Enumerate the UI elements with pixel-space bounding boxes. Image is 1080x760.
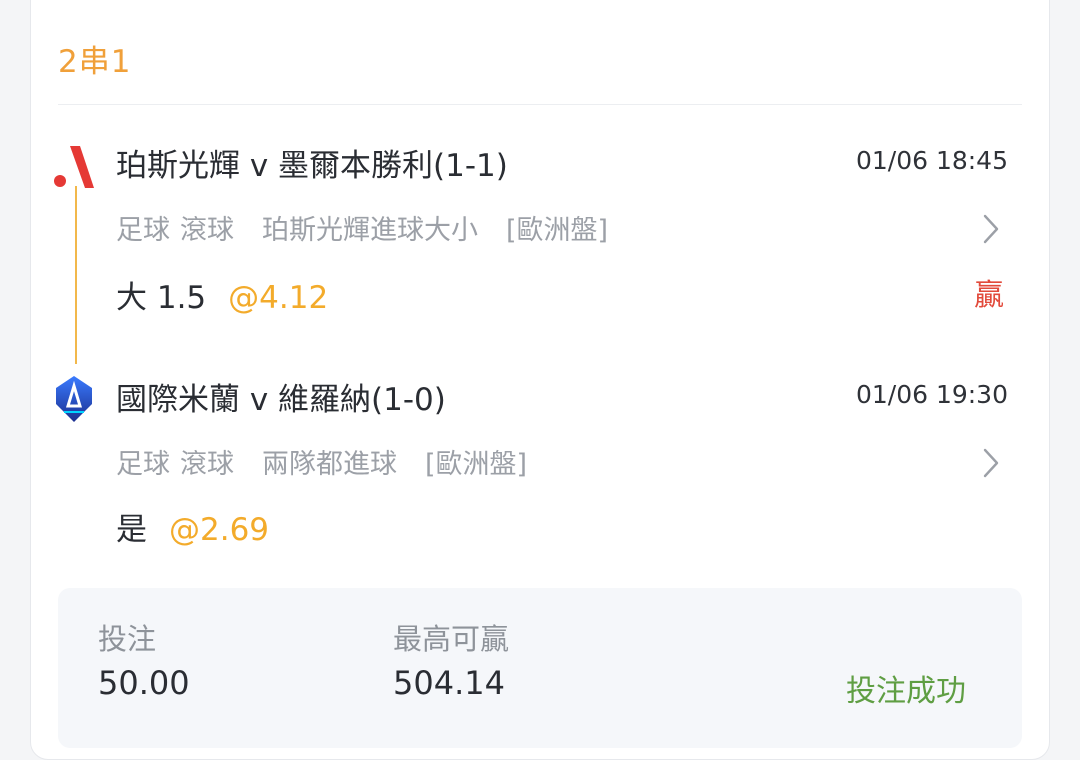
perth-glory-logo-icon: [54, 146, 94, 188]
stake-label: 投注: [98, 622, 157, 656]
leg-1-sport: 足球: [116, 215, 170, 246]
leg-2-selection: 是 @2.69: [116, 504, 269, 549]
leg-1-market-info[interactable]: 足球 滾球 珀斯光輝進球大小 [歐洲盤]: [116, 208, 618, 247]
leg-1-chevron-right-icon[interactable]: [978, 212, 1004, 246]
leg-1-mode: 滾球: [180, 215, 234, 246]
leg-2-market: 兩隊都進球: [262, 449, 397, 480]
serie-a-logo-icon: [56, 376, 92, 422]
leg-2-odds-type: [歐洲盤]: [425, 449, 528, 480]
leg-1-result-badge: 贏: [974, 278, 1004, 313]
leg-1-selection: 大 1.5 @4.12: [116, 272, 328, 317]
max-win-label: 最高可贏: [393, 622, 510, 656]
leg-2-market-info[interactable]: 足球 滾球 兩隊都進球 [歐洲盤]: [116, 442, 537, 481]
timeline-connector: [75, 186, 77, 364]
leg-2-match-title: 國際米蘭 v 維羅納(1-0): [116, 382, 446, 418]
leg-1-match-title: 珀斯光輝 v 墨爾本勝利(1-1): [116, 148, 508, 184]
leg-2-odds: @2.69: [169, 512, 270, 548]
leg-2-chevron-right-icon[interactable]: [978, 446, 1004, 480]
leg-2-mode: 滾球: [180, 449, 234, 480]
max-win-value: 504.14: [393, 664, 505, 702]
leg-1-market: 珀斯光輝進球大小: [262, 215, 478, 246]
leg-2-selection-label: 是: [116, 512, 147, 548]
leg-2-sport: 足球: [116, 449, 170, 480]
leg-1-odds: @4.12: [228, 280, 329, 316]
header-divider: [58, 104, 1022, 105]
bet-status: 投注成功: [846, 674, 966, 709]
leg-2-match-time: 01/06 19:30: [855, 380, 1008, 409]
leg-1-selection-label: 大 1.5: [116, 280, 207, 316]
stake-value: 50.00: [98, 664, 190, 702]
parlay-type-label: 2串1: [58, 44, 132, 80]
leg-1-match-time: 01/06 18:45: [855, 146, 1008, 175]
leg-1-odds-type: [歐洲盤]: [506, 215, 609, 246]
